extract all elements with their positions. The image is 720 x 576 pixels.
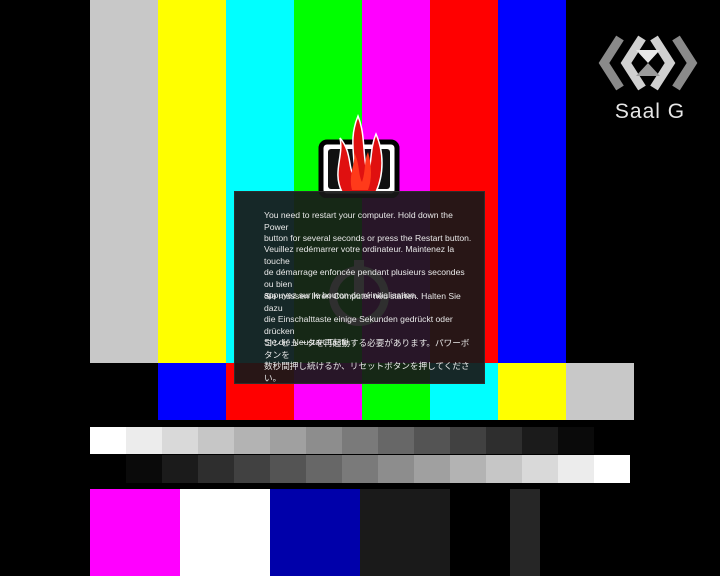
top-color-bar-1 (158, 0, 226, 363)
gray-step-top-3 (198, 427, 234, 454)
gray-step-top-2 (162, 427, 198, 454)
gray-step-top-0 (90, 427, 126, 454)
gray-step-top-12 (522, 427, 558, 454)
gray-step-top-5 (270, 427, 306, 454)
gray-step-top-8 (378, 427, 414, 454)
bottom-color-block-2 (270, 489, 360, 576)
restart-message-ja: コンピュータを再起動する必要があります。パワーボタンを 数秒間押し続けるか、リセ… (264, 338, 470, 383)
top-color-bar-6 (498, 0, 566, 363)
gray-step-bottom-2 (162, 455, 198, 483)
saal-g-logo-icon (598, 35, 698, 91)
gray-step-bottom-1 (126, 455, 162, 483)
top-color-bar-0 (90, 0, 158, 363)
gray-step-bottom-7 (342, 455, 378, 483)
gray-step-bottom-12 (522, 455, 558, 483)
gray-step-bottom-11 (486, 455, 522, 483)
gray-step-bottom-13 (558, 455, 594, 483)
middle-color-bar-6 (498, 363, 566, 420)
middle-color-bar-7 (566, 363, 634, 420)
middle-color-bar-1 (158, 363, 226, 420)
bottom-color-block-0 (90, 489, 180, 576)
gray-step-bottom-0 (90, 455, 126, 483)
bottom-color-block-1 (180, 489, 270, 576)
gray-step-top-6 (306, 427, 342, 454)
gray-step-top-9 (414, 427, 450, 454)
bottom-color-block-4 (450, 489, 510, 576)
gray-step-bottom-10 (450, 455, 486, 483)
restart-message-en: You need to restart your computer. Hold … (264, 210, 472, 244)
gray-step-top-7 (342, 427, 378, 454)
gray-step-top-11 (486, 427, 522, 454)
gray-step-bottom-8 (378, 455, 414, 483)
bottom-color-block-5 (510, 489, 540, 576)
gray-step-bottom-4 (234, 455, 270, 483)
gray-step-top-10 (450, 427, 486, 454)
channel-name: Saal G (614, 100, 686, 123)
restart-required-dialog: You need to restart your computer. Hold … (234, 191, 485, 384)
gray-step-top-4 (234, 427, 270, 454)
gray-step-bottom-3 (198, 455, 234, 483)
gray-step-bottom-14 (594, 455, 630, 483)
middle-color-bar-0 (90, 363, 158, 420)
gray-step-top-13 (558, 427, 594, 454)
gray-step-top-1 (126, 427, 162, 454)
gray-step-top-14 (594, 427, 630, 454)
gray-step-bottom-9 (414, 455, 450, 483)
gray-step-bottom-6 (306, 455, 342, 483)
flame-icon (318, 114, 400, 198)
gray-step-bottom-5 (270, 455, 306, 483)
